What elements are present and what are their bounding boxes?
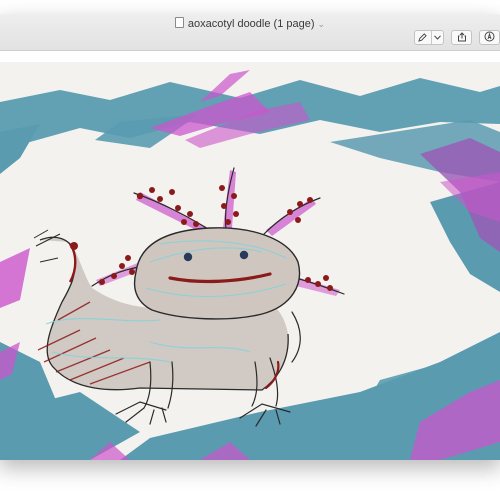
axolotl-doodle-drawing (0, 62, 500, 460)
right-eye (239, 250, 249, 260)
pen-icon[interactable] (415, 31, 431, 44)
left-eye (183, 252, 193, 262)
document-icon (174, 17, 184, 28)
chevron-down-icon[interactable] (432, 31, 443, 44)
share-icon[interactable] (457, 31, 467, 44)
title-chevron-icon[interactable]: ⌄ (318, 19, 326, 29)
window-title-text: aoxacotyl doodle (1 page) (187, 18, 315, 30)
markup-toolbar-button[interactable] (414, 30, 444, 45)
window-title[interactable]: aoxacotyl doodle (1 page) ⌄ (0, 17, 500, 31)
axolotl-head (133, 227, 301, 320)
annotate-button[interactable] (479, 30, 500, 45)
document-page (0, 62, 500, 460)
document-viewport[interactable] (0, 51, 500, 460)
title-bar: aoxacotyl doodle (1 page) ⌄ (0, 14, 500, 51)
preview-window: aoxacotyl doodle (1 page) ⌄ (0, 14, 500, 460)
annotate-icon[interactable] (484, 31, 495, 44)
share-button[interactable] (451, 30, 472, 45)
